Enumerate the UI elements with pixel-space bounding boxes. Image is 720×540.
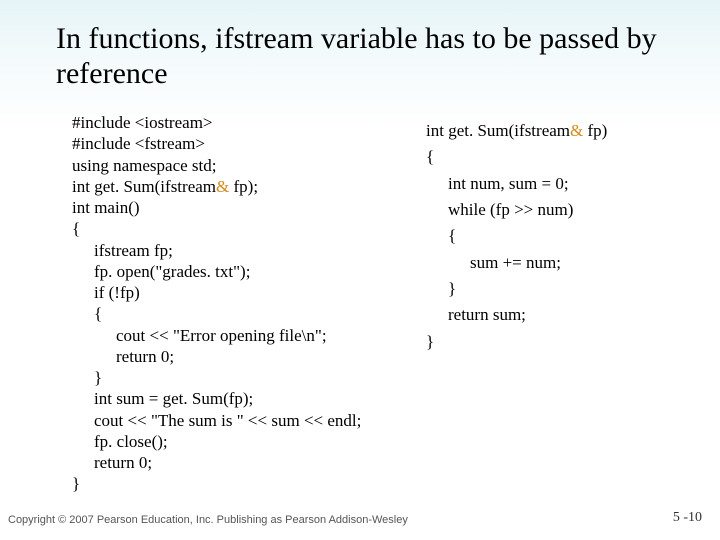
code-line: { [72,218,402,239]
code-line: } [426,276,690,302]
code-line: fp. open("grades. txt"); [72,261,402,282]
code-line: using namespace std; [72,155,402,176]
code-text: int get. Sum(ifstream [426,121,570,140]
code-line: sum += num; [426,250,690,276]
code-line: int get. Sum(ifstream& fp) [426,118,690,144]
code-line: fp. close(); [72,431,402,452]
right-code-block: int get. Sum(ifstream& fp) { int num, su… [426,112,690,495]
code-columns: #include <iostream> #include <fstream> u… [72,112,690,495]
code-text: int get. Sum(ifstream [72,177,216,196]
code-line: int num, sum = 0; [426,171,690,197]
slide: In functions, ifstream variable has to b… [0,0,720,540]
code-line: int get. Sum(ifstream& fp); [72,176,402,197]
code-line: int main() [72,197,402,218]
code-text: fp); [229,177,258,196]
code-line: { [426,144,690,170]
code-line: #include <iostream> [72,112,402,133]
amp-highlight: & [216,177,229,196]
code-line: ifstream fp; [72,240,402,261]
left-code-block: #include <iostream> #include <fstream> u… [72,112,402,495]
code-line: cout << "The sum is " << sum << endl; [72,410,402,431]
code-line: return 0; [72,452,402,473]
code-line: if (!fp) [72,282,402,303]
code-line: #include <fstream> [72,133,402,154]
code-line: return 0; [72,346,402,367]
code-line: cout << "Error opening file\n"; [72,325,402,346]
code-line: while (fp >> num) [426,197,690,223]
code-line: } [72,473,402,494]
code-line: } [72,367,402,388]
copyright-footer: Copyright © 2007 Pearson Education, Inc.… [8,514,408,526]
code-line: return sum; [426,302,690,328]
code-text: fp) [583,121,607,140]
amp-highlight: & [570,121,583,140]
code-line: { [426,223,690,249]
code-line: { [72,303,402,324]
code-line: int sum = get. Sum(fp); [72,388,402,409]
slide-title: In functions, ifstream variable has to b… [56,22,680,91]
code-line: } [426,329,690,355]
page-number: 5 -10 [673,510,702,526]
